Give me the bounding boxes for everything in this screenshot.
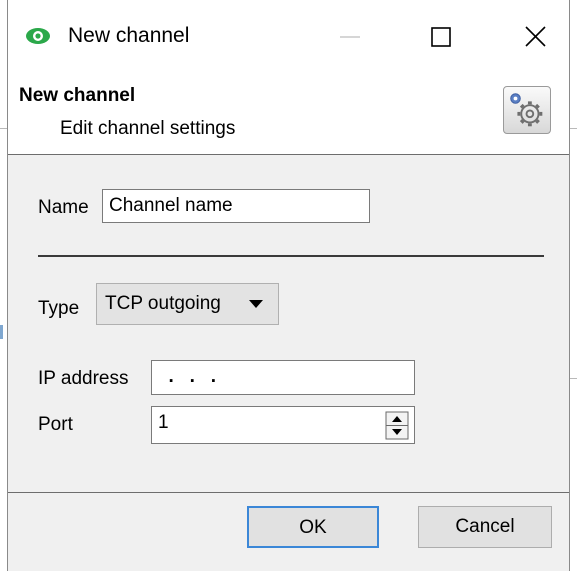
type-label: Type xyxy=(38,298,80,319)
section-divider xyxy=(38,255,544,257)
ok-button[interactable]: OK xyxy=(247,506,379,548)
title-bar[interactable]: New channel xyxy=(8,0,569,74)
close-icon[interactable] xyxy=(512,14,558,60)
name-label: Name xyxy=(38,197,89,218)
maximize-icon[interactable] xyxy=(418,14,464,60)
header-title: New channel xyxy=(19,85,136,106)
port-label: Port xyxy=(38,414,73,435)
type-select-value: TCP outgoing xyxy=(105,293,221,314)
background-edge xyxy=(0,128,7,129)
type-select[interactable]: TCP outgoing xyxy=(96,283,279,325)
new-channel-dialog: New channel New channel Edit channel set… xyxy=(7,0,570,571)
cancel-button[interactable]: Cancel xyxy=(418,506,552,548)
background-edge xyxy=(0,325,3,339)
header-subtitle: Edit channel settings xyxy=(60,118,236,139)
dialog-header: New channel Edit channel settings xyxy=(8,74,569,155)
dropdown-arrow-icon xyxy=(249,300,263,308)
settings-gears-icon xyxy=(503,86,551,134)
footer-divider xyxy=(8,492,569,493)
window-title: New channel xyxy=(68,24,190,47)
ip-address-field[interactable]: . . . xyxy=(151,360,415,395)
background-edge xyxy=(570,378,577,379)
background-edge xyxy=(570,128,577,129)
port-spinner[interactable] xyxy=(383,408,413,442)
ip-address-label: IP address xyxy=(38,368,129,389)
eye-icon xyxy=(26,28,50,44)
minimize-icon[interactable] xyxy=(326,14,372,60)
name-field[interactable]: Channel name xyxy=(102,189,370,223)
port-field[interactable]: 1 xyxy=(151,406,415,444)
